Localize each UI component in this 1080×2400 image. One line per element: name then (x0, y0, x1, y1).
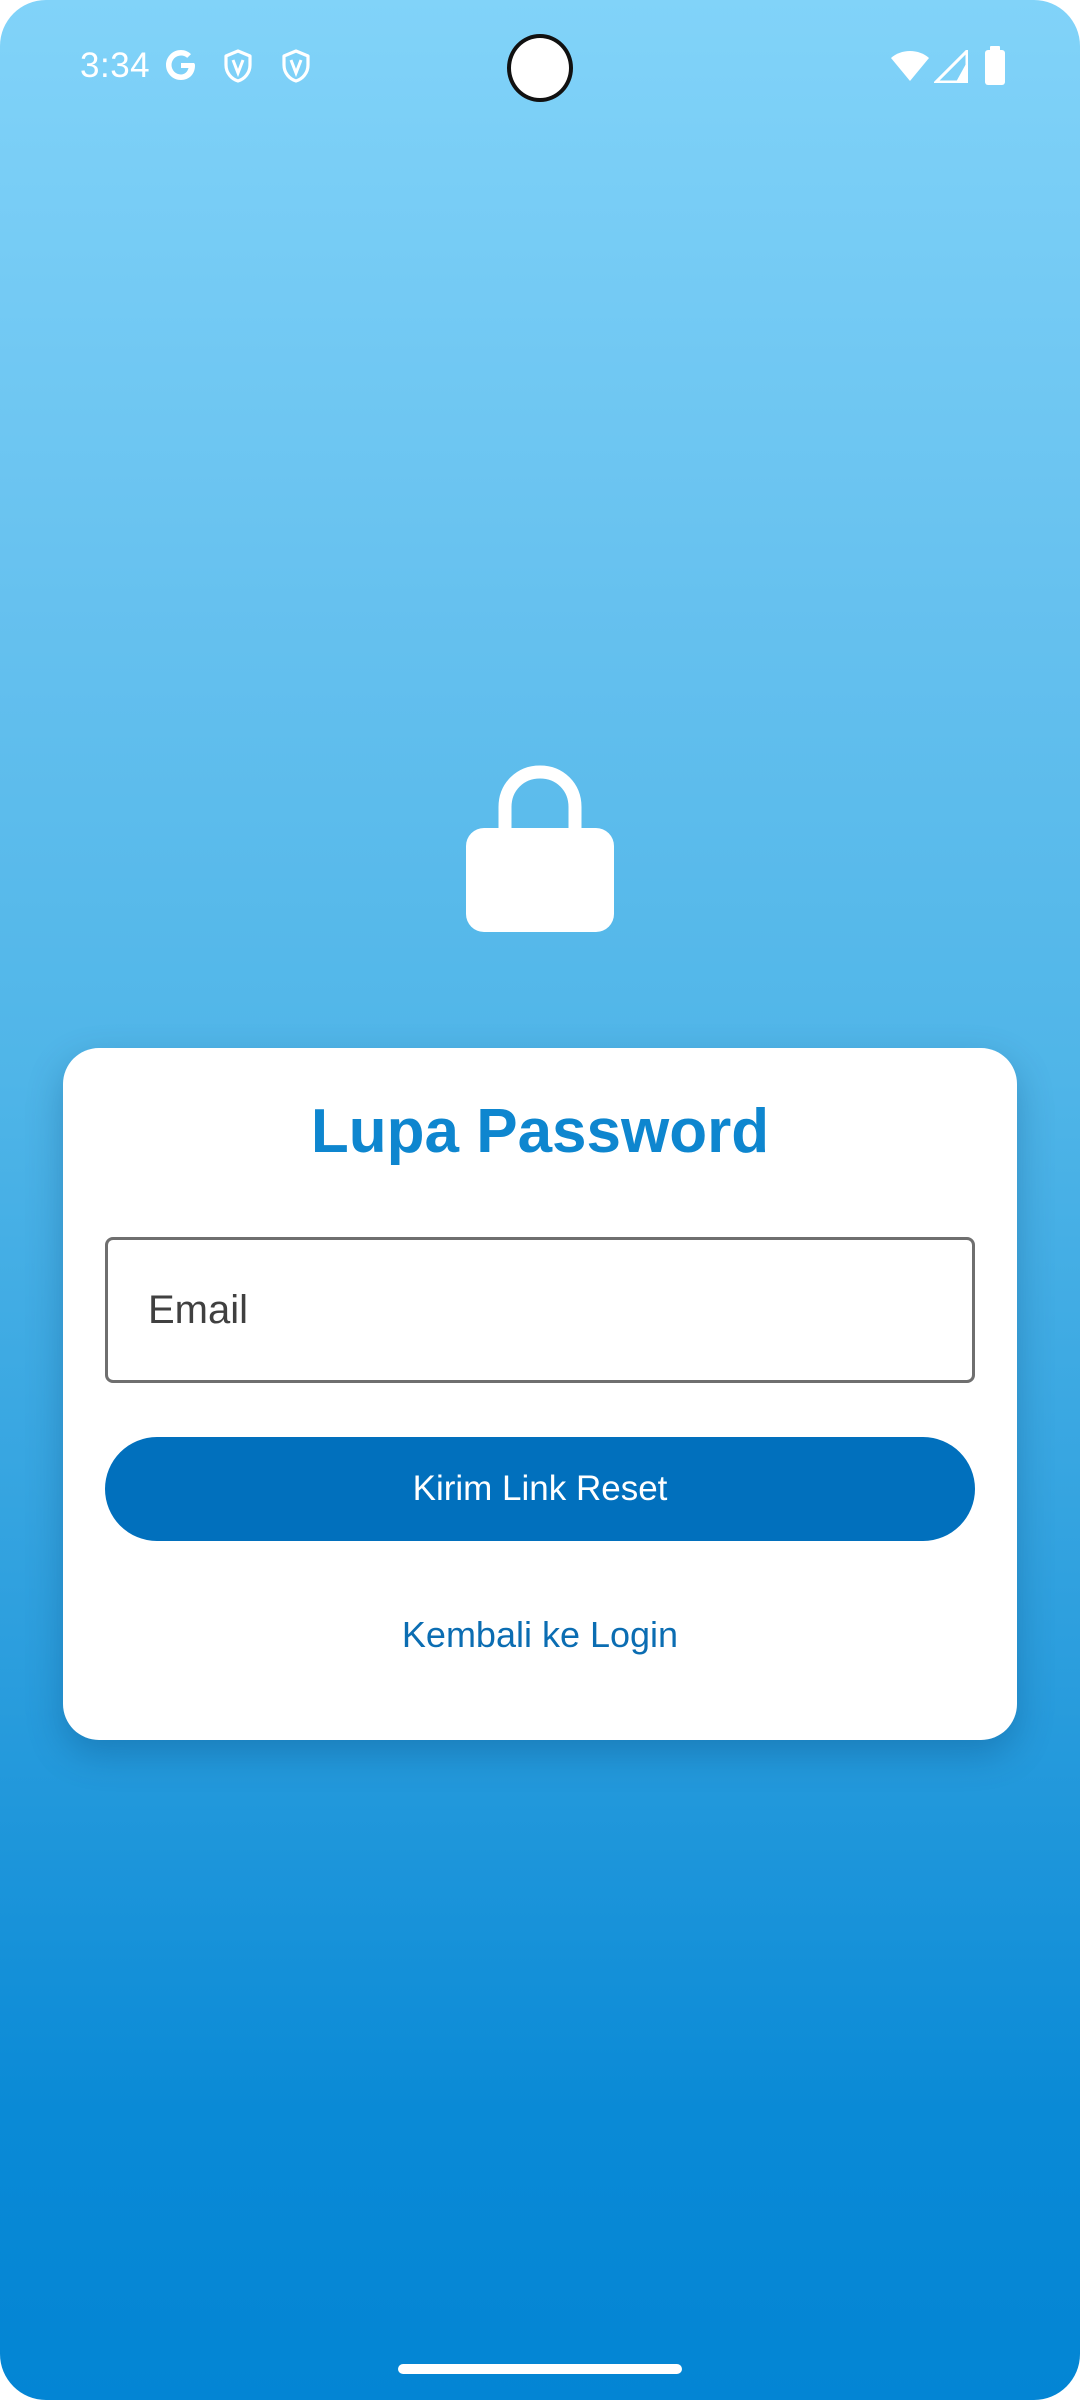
lock-icon (466, 765, 614, 932)
back-to-login-link[interactable]: Kembali ke Login (63, 1614, 1017, 1656)
shield-icon (282, 49, 310, 83)
forgot-password-screen: 3:34 Lupa Password Email Kirim Link Rese… (0, 0, 1080, 2400)
send-reset-link-button[interactable]: Kirim Link Reset (105, 1437, 975, 1541)
signal-icon (934, 50, 968, 83)
status-bar: 3:34 (0, 0, 1080, 136)
google-icon (166, 50, 195, 80)
status-time: 3:34 (80, 46, 151, 85)
wifi-icon (891, 51, 929, 81)
shield-icon (224, 49, 252, 83)
forgot-password-card: Lupa Password Kirim Link Reset Kembali k… (63, 1048, 1017, 1740)
battery-icon (985, 46, 1005, 85)
page-title: Lupa Password (310, 1097, 770, 1166)
email-field[interactable] (105, 1237, 975, 1383)
camera-cutout (507, 34, 573, 102)
home-indicator[interactable] (398, 2364, 682, 2374)
